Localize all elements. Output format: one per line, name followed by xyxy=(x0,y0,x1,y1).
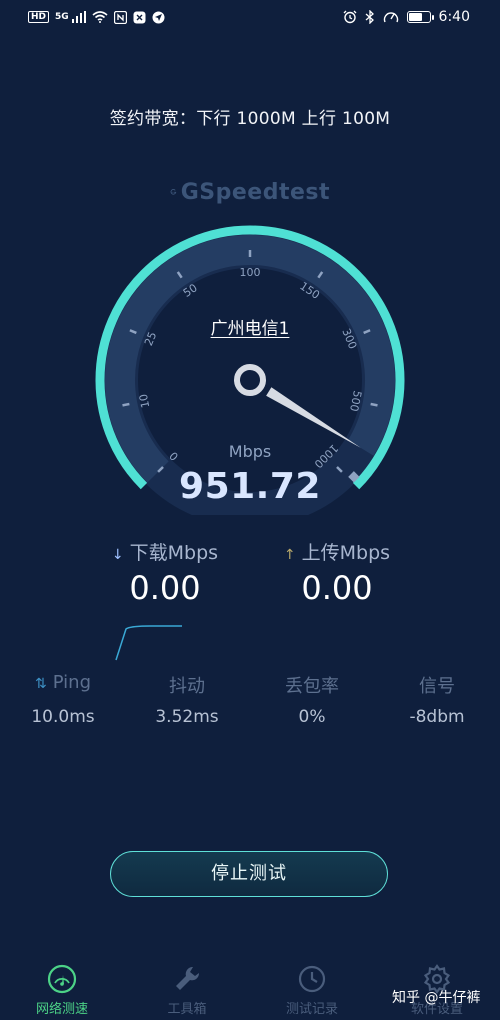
gauge-tick-mark xyxy=(122,402,130,407)
gspeedtest-logo-icon xyxy=(170,189,177,195)
download-arrow-icon: ↓ xyxy=(111,547,124,563)
nav-item-history[interactable]: 测试记录 xyxy=(262,955,362,1020)
bluetooth-icon xyxy=(365,10,374,24)
nfc-icon xyxy=(113,10,127,24)
network-type-label: 5G xyxy=(55,12,69,22)
wrench-icon xyxy=(176,966,200,990)
clock-icon xyxy=(298,965,326,993)
watermark-text: 知乎 @牛仔裤 xyxy=(392,990,481,1006)
app-logo: GSpeedtest xyxy=(170,176,330,208)
download-value: 0.00 xyxy=(129,569,201,607)
signal-label: 信号 xyxy=(419,676,455,697)
download-label-group: ↓ 下载Mbps xyxy=(90,538,240,565)
upload-label-group: ↑ 上传Mbps xyxy=(262,538,412,565)
speedometer-icon xyxy=(47,964,77,994)
status-right-icons: 6:40 xyxy=(343,7,470,27)
contracted-bandwidth-text: 签约带宽：下行 1000M 上行 100M xyxy=(109,109,391,129)
status-left-icons: HD 5G xyxy=(28,7,165,27)
packet-loss-value: 0% xyxy=(298,707,326,727)
ping-value: 10.0ms xyxy=(31,707,95,727)
signal-value: -8dbm xyxy=(409,707,465,727)
nav-label-toolbox: 工具箱 xyxy=(167,1002,207,1017)
upload-value: 0.00 xyxy=(301,569,373,607)
battery-icon xyxy=(406,11,434,23)
nav-item-toolbox[interactable]: 工具箱 xyxy=(137,955,237,1020)
packet-loss-label: 丢包率 xyxy=(285,676,339,697)
signal-icon xyxy=(71,11,86,23)
location-icon xyxy=(152,11,165,23)
gauge-tick-label: 10 xyxy=(137,393,152,409)
stop-test-button[interactable]: 停止测试 xyxy=(110,851,388,897)
status-time: 6:40 xyxy=(438,9,470,25)
gauge-tick-mark xyxy=(370,402,378,407)
ping-label: Ping xyxy=(52,672,92,693)
upload-arrow-icon: ↑ xyxy=(283,547,296,563)
nav-label-history: 测试记录 xyxy=(285,1002,338,1017)
jitter-value: 3.52ms xyxy=(155,707,219,727)
logo-text: GSpeedtest xyxy=(180,179,330,205)
nav-label-speedtest: 网络测速 xyxy=(35,1002,88,1017)
ping-label-group: ⇅ Ping xyxy=(8,672,118,693)
speed-trend-graph xyxy=(115,625,182,661)
wifi-icon xyxy=(92,11,108,23)
speed-trend-line xyxy=(115,625,182,661)
vpn-icon xyxy=(133,11,146,23)
battery-level xyxy=(408,13,422,21)
alarm-icon xyxy=(343,10,357,24)
current-speed-value: 951.72 xyxy=(179,466,321,507)
server-name-link[interactable]: 广州电信1 xyxy=(150,314,350,339)
ping-icon: ⇅ xyxy=(34,676,47,692)
status-bar: HD 5G 6:40 xyxy=(0,0,500,34)
gauge-tick-label: 100 xyxy=(240,266,261,279)
speed-unit: Mbps xyxy=(228,442,272,461)
jitter-label: 抖动 xyxy=(169,676,205,697)
upload-label: 上传Mbps xyxy=(301,542,391,564)
download-label: 下载Mbps xyxy=(129,542,219,564)
hd-icon: HD xyxy=(28,11,50,23)
nav-item-speedtest[interactable]: 网络测速 xyxy=(12,955,112,1020)
speed-gauge-status-icon xyxy=(383,12,398,23)
